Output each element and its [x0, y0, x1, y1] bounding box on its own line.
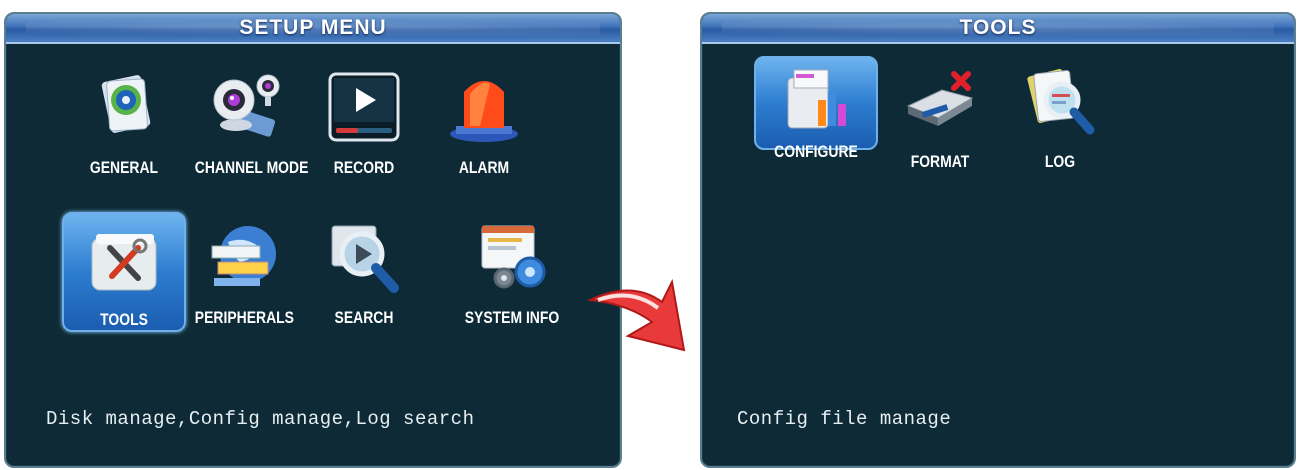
transition-arrow-icon — [588, 278, 686, 352]
tools-item-label: FORMAT — [910, 152, 970, 171]
menu-item-label: RECORD — [333, 158, 395, 177]
tools-item-format[interactable]: FORMAT — [880, 64, 1000, 180]
setup-menu-title: SETUP MENU — [239, 16, 387, 39]
tools-item-log[interactable]: LOG — [1000, 64, 1120, 180]
menu-item-system-info[interactable]: SYSTEM INFO — [452, 220, 572, 336]
setup-menu-title-bar: SETUP MENU — [6, 14, 620, 44]
play-record-icon — [328, 72, 400, 142]
tools-menu-panel: TOOLS CONFIGURE FORMAT LOG Config file m… — [700, 12, 1296, 468]
menu-item-label: SEARCH — [334, 308, 394, 327]
menu-item-label: PERIPHERALS — [194, 308, 294, 327]
globe-peripherals-icon — [211, 226, 276, 286]
menu-item-label: TOOLS — [100, 310, 148, 329]
tools-menu-title-bar: TOOLS — [702, 14, 1294, 44]
tools-item-configure[interactable]: CONFIGURE — [754, 56, 878, 161]
menu-item-peripherals[interactable]: PERIPHERALS — [184, 220, 304, 336]
menu-item-alarm[interactable]: ALARM — [424, 70, 544, 186]
general-gear-icon — [101, 75, 151, 133]
menu-item-channel-mode[interactable]: CHANNEL MODE — [184, 70, 309, 186]
menu-item-search[interactable]: SEARCH — [304, 220, 424, 336]
menu-item-record[interactable]: RECORD — [304, 70, 424, 186]
menu-item-label: SYSTEM INFO — [464, 308, 560, 327]
log-magnifier-icon — [1027, 68, 1095, 135]
menu-item-label: GENERAL — [89, 158, 159, 177]
system-info-gears-icon — [481, 225, 546, 289]
tools-item-label: CONFIGURE — [774, 142, 858, 161]
menu-item-label: CHANNEL MODE — [194, 158, 309, 177]
menu-item-label: ALARM — [458, 158, 510, 177]
setup-status-text: Disk manage,Config manage,Log search — [46, 408, 475, 430]
tools-status-text: Config file manage — [737, 408, 952, 430]
magnifier-search-icon — [331, 225, 399, 293]
setup-menu-panel: SETUP MENU GENERAL CHANNEL MODE RECORD A… — [4, 12, 622, 468]
tools-icon — [91, 234, 157, 291]
configure-icon — [787, 69, 846, 129]
tools-item-label: LOG — [1044, 152, 1076, 171]
format-printer-icon — [906, 71, 974, 126]
webcam-icon — [213, 74, 280, 137]
menu-item-tools[interactable]: TOOLS — [62, 212, 186, 332]
menu-item-general[interactable]: GENERAL — [64, 70, 184, 186]
tools-menu-title: TOOLS — [959, 16, 1037, 39]
alarm-siren-icon — [450, 81, 518, 142]
